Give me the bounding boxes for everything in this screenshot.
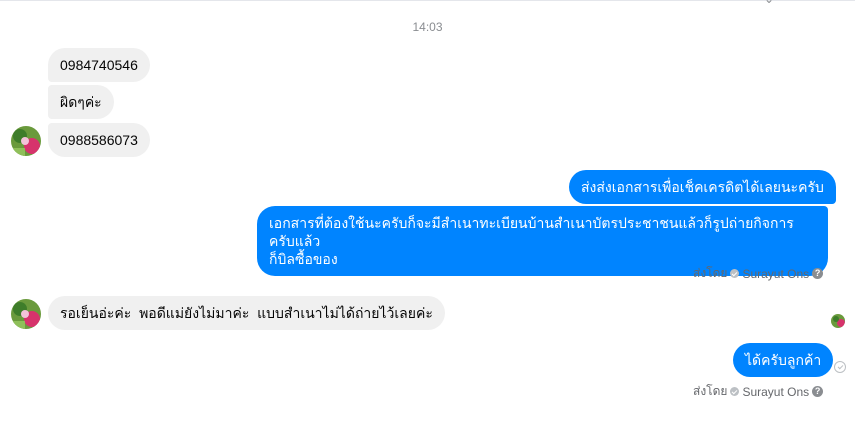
outgoing-message[interactable]: ส่งส่งเอกสารเพื่อเช็คเครดิตได้เลยนะครับ [569, 170, 836, 204]
question-icon[interactable]: ? [812, 386, 824, 397]
delivered-check-icon [834, 361, 846, 373]
question-icon[interactable]: ? [812, 268, 824, 279]
read-receipt-avatar [831, 314, 845, 328]
message-timestamp: 14:03 [412, 20, 443, 34]
sender-name[interactable]: Surayut Ons [742, 385, 809, 399]
avatar-mini-image [831, 314, 845, 328]
sender-name[interactable]: Surayut Ons [742, 267, 809, 281]
incoming-message[interactable]: 0988586073 [48, 123, 150, 157]
contact-avatar[interactable] [11, 126, 41, 156]
sent-by-prefix: ส่งโดย [693, 384, 728, 398]
sent-by-label: ส่งโดย Surayut Ons ? [693, 382, 824, 401]
incoming-message[interactable]: ผิดๆค่ะ [48, 85, 114, 119]
incoming-message[interactable]: 0984740546 [48, 48, 150, 82]
sent-by-label: ส่งโดย Surayut Ons ? [693, 264, 824, 283]
avatar-image [11, 126, 41, 156]
contact-avatar[interactable] [11, 299, 41, 329]
outgoing-message[interactable]: ได้ครับลูกค้า [733, 343, 834, 377]
avatar-image [11, 299, 41, 329]
incoming-message[interactable]: รอเย็นอ่ะค่ะ พอดีแม่ยังไม่มาค่ะ แบบสำเนา… [48, 296, 445, 330]
check-circle-icon [730, 387, 740, 396]
check-circle-icon [730, 269, 740, 278]
top-divider [0, 0, 855, 1]
sent-by-prefix: ส่งโดย [693, 266, 728, 280]
message-line: เอกสารที่ต้องใช้นะครับก็จะมีสำเนาทะเบียน… [269, 215, 794, 249]
chevron-down-icon: ⌄ [764, 0, 778, 5]
